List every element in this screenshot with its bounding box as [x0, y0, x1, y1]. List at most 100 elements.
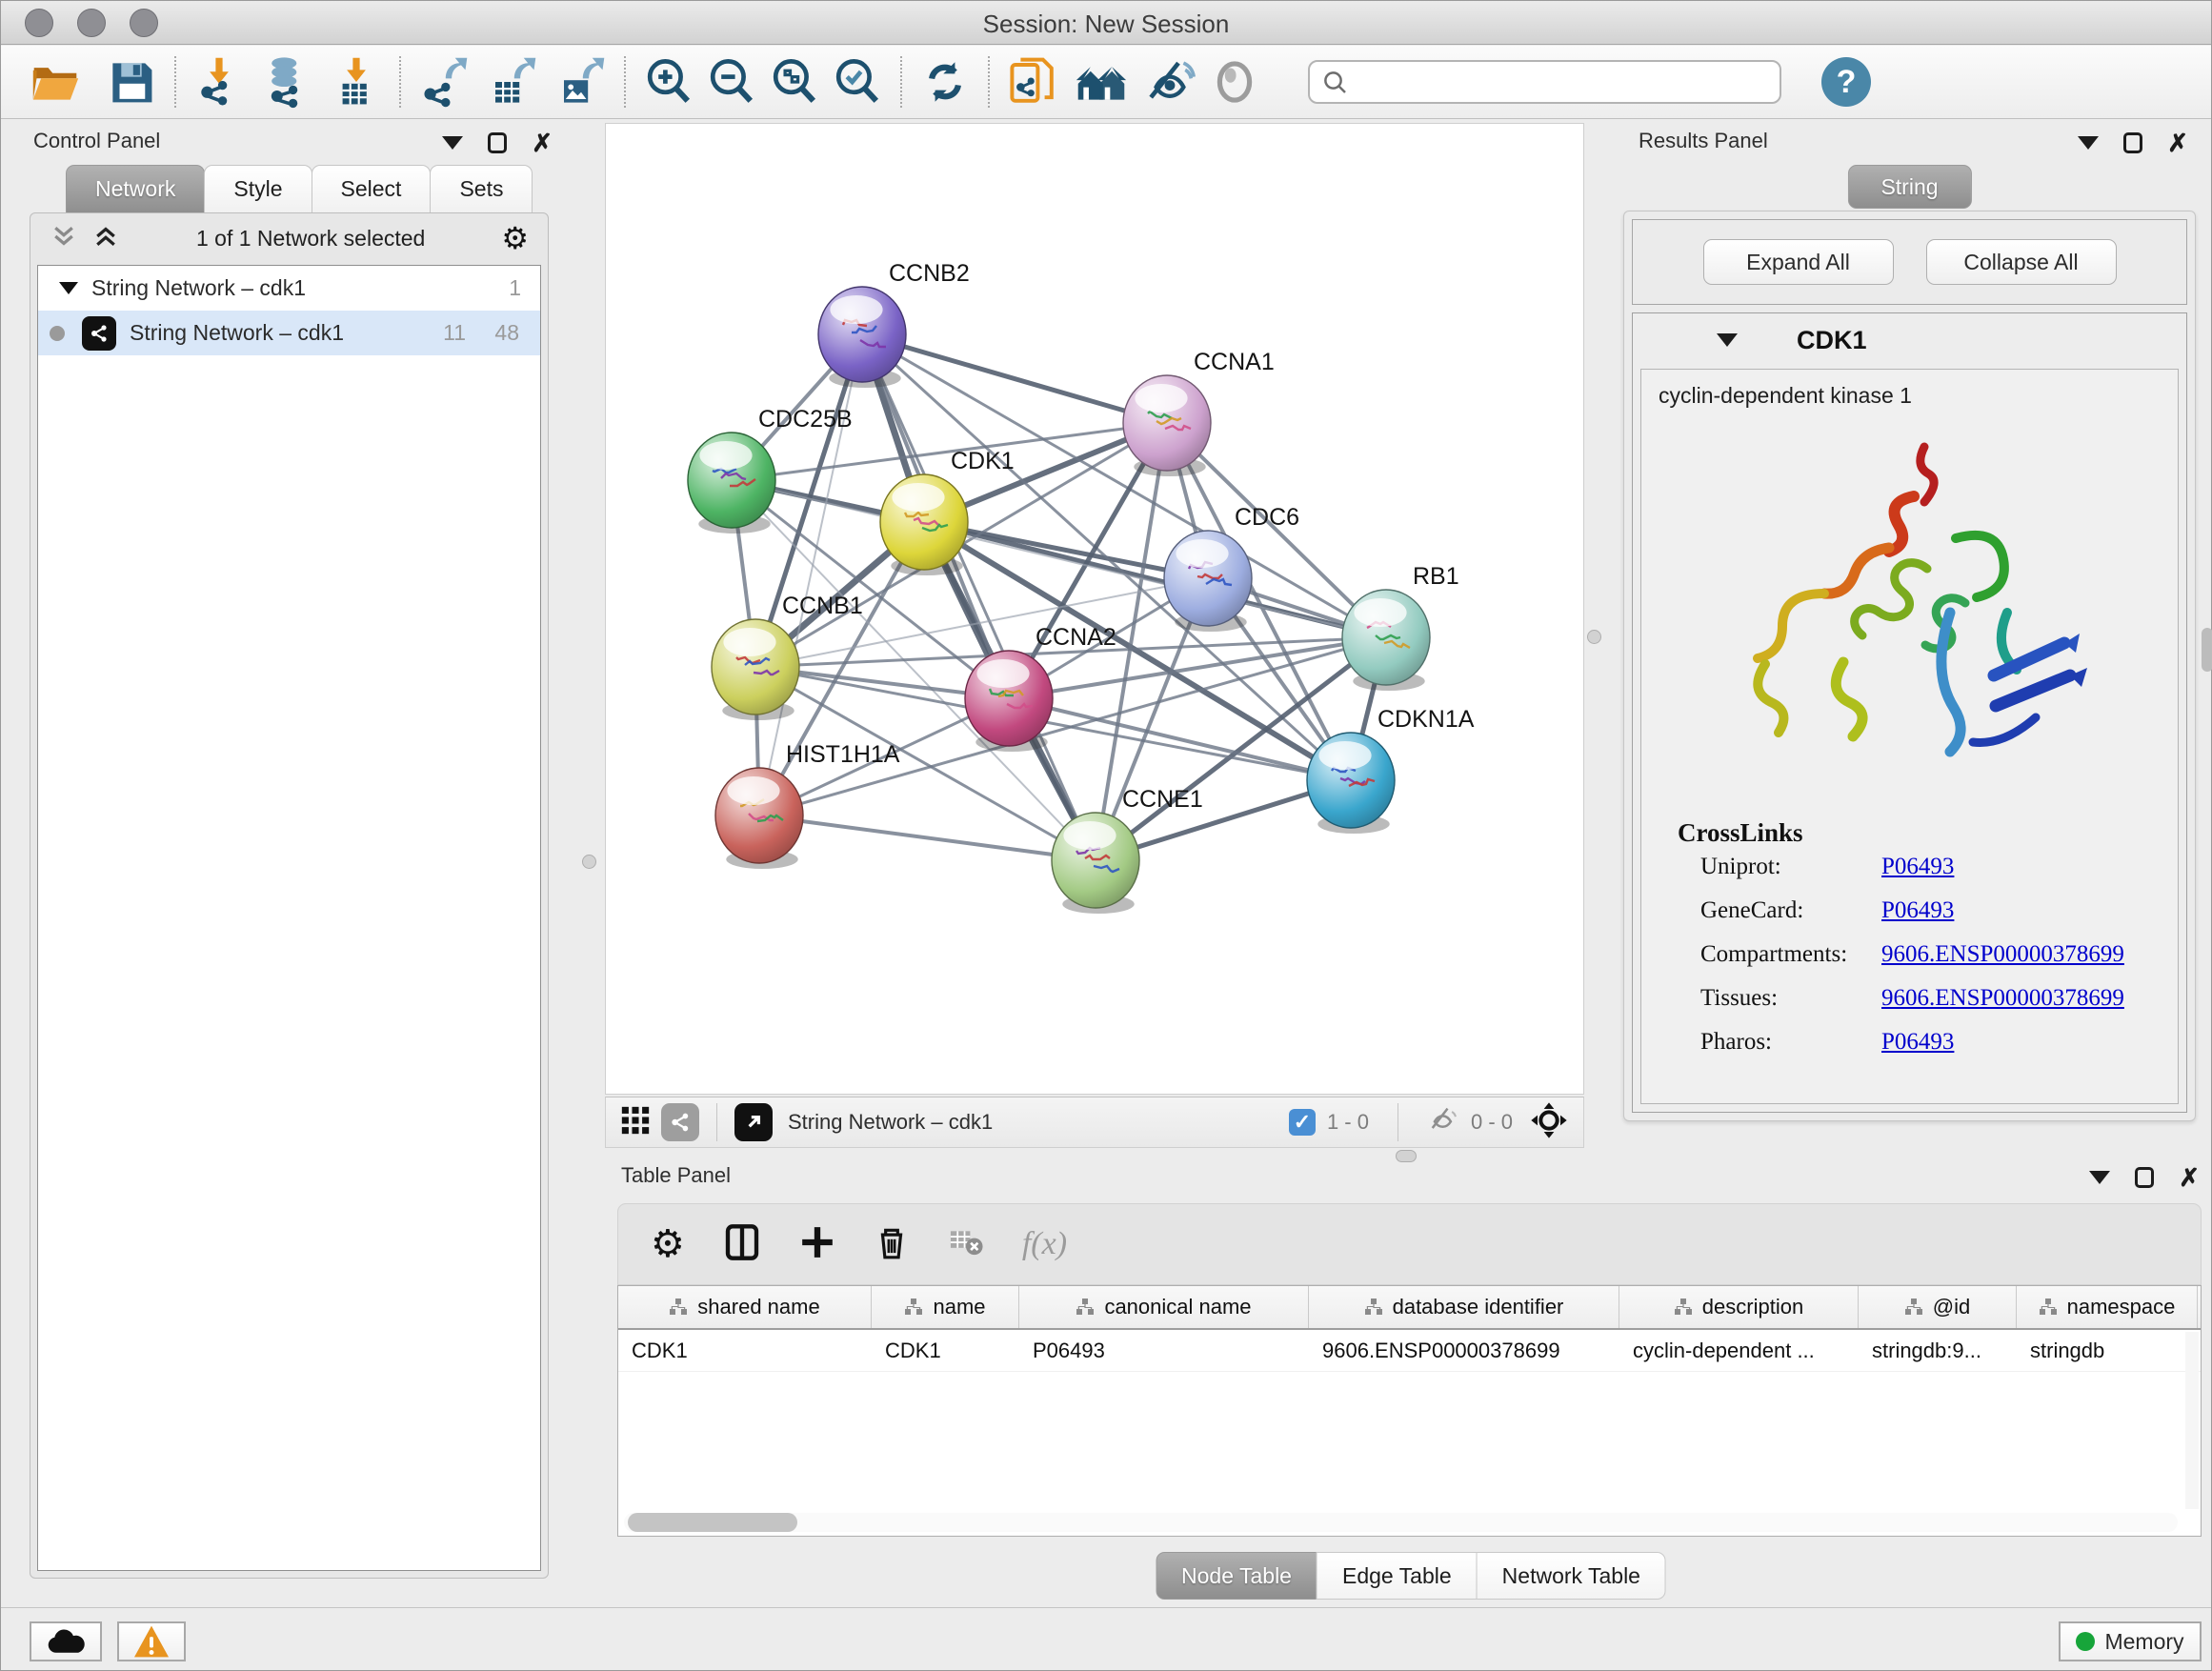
table-cell[interactable]: stringdb [2017, 1330, 2198, 1371]
table-horizontal-scrollbar[interactable] [624, 1513, 2178, 1532]
collection-expander-icon[interactable] [59, 282, 78, 294]
table-cell[interactable]: stringdb:9... [1859, 1330, 2017, 1371]
panel-maximize-icon[interactable] [2135, 1167, 2154, 1188]
cloud-services-button[interactable] [30, 1621, 102, 1661]
collapse-all-networks-icon[interactable] [50, 222, 78, 255]
panel-close-icon[interactable]: ✗ [532, 133, 553, 152]
graph-node-CCNB2[interactable]: CCNB2 [818, 260, 970, 388]
selected-nodes-checkbox[interactable]: ✓ [1289, 1109, 1316, 1136]
edge-CCNB2-CCNA1[interactable] [862, 334, 1167, 423]
crosslink-link[interactable]: P06493 [1881, 854, 1954, 880]
tab-style[interactable]: Style [204, 165, 312, 212]
network-options-gear-icon[interactable]: ⚙ [501, 220, 529, 256]
zoom-in-icon[interactable] [641, 54, 696, 110]
table-vertical-scrollbar[interactable] [2185, 1332, 2199, 1509]
column-header-description[interactable]: description [1619, 1286, 1859, 1328]
hidden-items-icon[interactable] [1427, 1103, 1459, 1141]
column-header-namespace[interactable]: namespace [2017, 1286, 2198, 1328]
export-network-icon[interactable] [416, 54, 472, 110]
search-input[interactable] [1308, 60, 1781, 104]
table-cell[interactable]: P06493 [1019, 1330, 1309, 1371]
open-file-icon[interactable] [28, 54, 83, 110]
tab-sets[interactable]: Sets [430, 165, 533, 212]
export-image-icon[interactable] [553, 54, 609, 110]
open-view-icon[interactable] [734, 1103, 773, 1141]
expand-all-networks-icon[interactable] [91, 222, 120, 255]
delete-table-icon[interactable] [948, 1224, 984, 1265]
import-table-icon[interactable] [329, 54, 384, 110]
scrollbar-thumb[interactable] [628, 1513, 797, 1532]
tab-network-table[interactable]: Network Table [1477, 1552, 1666, 1600]
export-table-icon[interactable] [485, 54, 540, 110]
panel-float-icon[interactable] [2089, 1171, 2110, 1184]
table-cell[interactable]: cyclin-dependent ... [1619, 1330, 1859, 1371]
column-header-canonical-name[interactable]: canonical name [1019, 1286, 1309, 1328]
hide-graphics-details-icon[interactable] [1142, 54, 1197, 110]
graph-node-CCNE1[interactable]: CCNE1 [1052, 786, 1203, 914]
gene-expander-icon[interactable] [1717, 333, 1738, 347]
graph-node-CDKN1A[interactable]: CDKN1A [1307, 706, 1475, 834]
zoom-selected-icon[interactable] [830, 54, 885, 110]
network-canvas[interactable]: CCNB2CCNA1CDC25BCDK1CDC6RB1CCNB1CCNA2CDK… [605, 123, 1584, 1095]
crosslink-link[interactable]: 9606.ENSP00000378699 [1881, 985, 2124, 1012]
birds-eye-toggle-icon[interactable] [1530, 1101, 1568, 1144]
table-cell[interactable]: CDK1 [872, 1330, 1019, 1371]
add-column-icon[interactable] [799, 1224, 835, 1265]
horizontal-splitter-handle[interactable] [1396, 1150, 1417, 1162]
graph-node-CCNB1[interactable]: CCNB1 [712, 593, 863, 720]
column-header--id[interactable]: @id [1859, 1286, 2017, 1328]
column-header-database-identifier[interactable]: database identifier [1309, 1286, 1619, 1328]
memory-button[interactable]: Memory [2059, 1621, 2202, 1661]
show-graphics-details-icon[interactable] [1207, 54, 1262, 110]
network-graph[interactable]: CCNB2CCNA1CDC25BCDK1CDC6RB1CCNB1CCNA2CDK… [606, 124, 1583, 1094]
table-cell[interactable]: 9606.ENSP00000378699 [1309, 1330, 1619, 1371]
crosslink-link[interactable]: P06493 [1881, 897, 1954, 924]
edge-CCNE1-HIST1H1A[interactable] [759, 815, 1096, 860]
expand-all-button[interactable]: Expand All [1703, 239, 1894, 285]
zoom-out-icon[interactable] [704, 54, 759, 110]
panel-close-icon[interactable]: ✗ [2179, 1168, 2200, 1187]
graph-node-CDC25B[interactable]: CDC25B [688, 406, 853, 534]
grid-view-icon[interactable] [619, 1104, 652, 1141]
panel-maximize-icon[interactable] [488, 132, 507, 153]
crosslink-link[interactable]: 9606.ENSP00000378699 [1881, 941, 2124, 968]
function-builder-icon[interactable]: f(x) [1022, 1226, 1067, 1262]
open-network-in-browser-icon[interactable] [1005, 54, 1060, 110]
tab-select[interactable]: Select [312, 165, 432, 212]
network-collection-row[interactable]: String Network – cdk1 1 [38, 266, 540, 311]
table-cell[interactable]: CDK1 [618, 1330, 872, 1371]
network-row[interactable]: String Network – cdk1 11 48 [38, 311, 540, 355]
gene-section-header[interactable]: CDK1 [1633, 313, 2186, 367]
tab-string[interactable]: String [1847, 165, 1971, 209]
graph-node-CDK1[interactable]: CDK1 [880, 448, 1015, 575]
collapse-all-button[interactable]: Collapse All [1926, 239, 2117, 285]
home-icon[interactable] [1074, 54, 1129, 110]
refresh-icon[interactable] [917, 54, 973, 110]
column-header-name[interactable]: name [872, 1286, 1019, 1328]
table-options-gear-icon[interactable]: ⚙ [651, 1225, 685, 1263]
panel-maximize-icon[interactable] [2123, 132, 2142, 153]
import-network-from-database-icon[interactable] [260, 54, 315, 110]
crosslink-link[interactable]: P06493 [1881, 1029, 1954, 1056]
warnings-button[interactable] [117, 1621, 186, 1661]
table-row[interactable]: CDK1CDK1P064939606.ENSP00000378699cyclin… [618, 1330, 2201, 1372]
graph-node-HIST1H1A[interactable]: HIST1H1A [715, 741, 900, 869]
tab-edge-table[interactable]: Edge Table [1317, 1552, 1478, 1600]
save-session-icon[interactable] [104, 54, 159, 110]
delete-column-icon[interactable] [874, 1224, 910, 1265]
help-icon[interactable]: ? [1821, 57, 1871, 107]
string-view-icon[interactable] [661, 1103, 699, 1141]
graph-node-RB1[interactable]: RB1 [1342, 563, 1459, 691]
results-scrollbar-thumb[interactable] [2202, 628, 2212, 672]
panel-close-icon[interactable]: ✗ [2167, 133, 2188, 152]
zoom-fit-icon[interactable] [767, 54, 822, 110]
edge-CCNB2-CCNE1[interactable] [862, 334, 1096, 860]
import-network-icon[interactable] [191, 54, 247, 110]
panel-float-icon[interactable] [2078, 136, 2099, 150]
graph-node-CCNA1[interactable]: CCNA1 [1123, 349, 1275, 476]
vertical-splitter-handle[interactable] [582, 855, 596, 869]
panel-float-icon[interactable] [442, 136, 463, 150]
tab-node-table[interactable]: Node Table [1156, 1552, 1317, 1600]
results-splitter-handle[interactable] [1587, 630, 1601, 644]
tab-network[interactable]: Network [66, 165, 205, 212]
